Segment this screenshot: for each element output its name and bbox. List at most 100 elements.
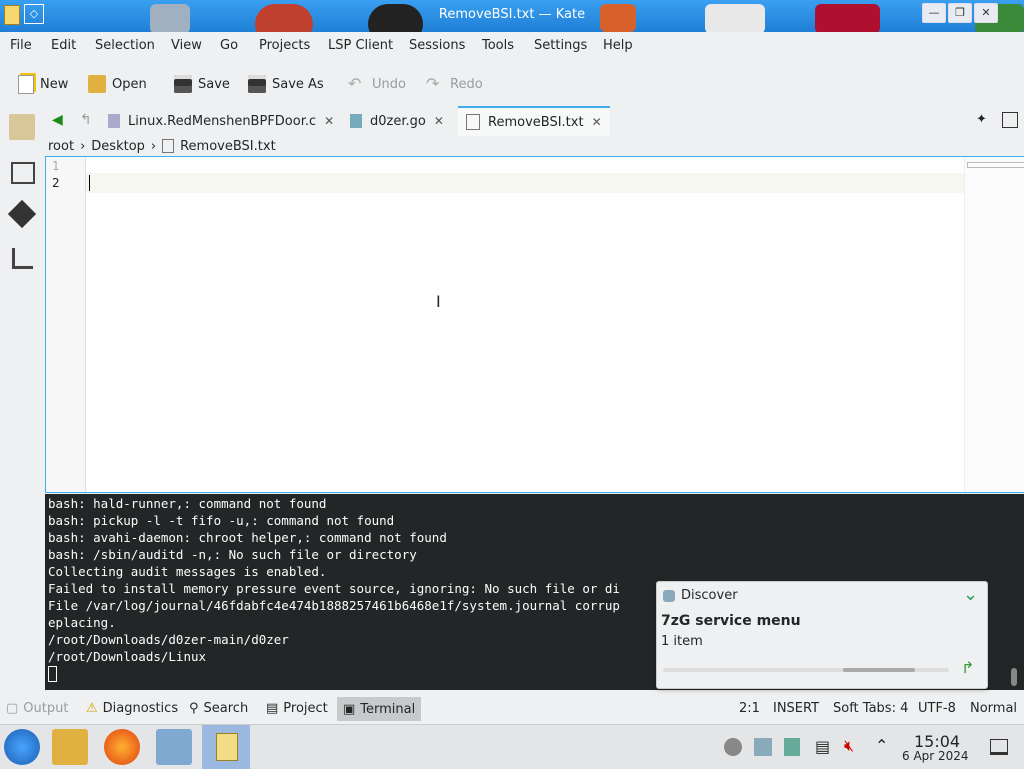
menu-file[interactable]: File <box>10 38 32 53</box>
kate-icon <box>216 733 238 761</box>
menu-selection[interactable]: Selection <box>95 38 155 53</box>
current-line-highlight <box>86 173 964 193</box>
tab-removebsi-txt[interactable]: RemoveBSI.txt ✕ <box>458 106 610 136</box>
diagnostics-tab[interactable]: ⚠ Diagnostics <box>86 701 178 716</box>
tray-clipboard-icon[interactable] <box>784 738 800 756</box>
tray-volume-muted-icon[interactable]: 🔇︎ <box>844 736 854 756</box>
projects-list-icon[interactable] <box>11 162 35 184</box>
go-file-icon <box>350 114 362 128</box>
open-button[interactable]: Open <box>88 72 147 96</box>
menu-help[interactable]: Help <box>603 38 633 53</box>
menu-lsp-client[interactable]: LSP Client <box>328 38 393 53</box>
terminal-line: bash: pickup -l -t fifo -u,: command not… <box>48 513 395 528</box>
terminal-line: bash: hald-runner,: command not found <box>48 496 327 511</box>
close-tab-icon[interactable]: ✕ <box>324 114 334 128</box>
terminal-line: bash: avahi-daemon: chroot helper,: comm… <box>48 530 447 545</box>
menu-sessions[interactable]: Sessions <box>409 38 465 53</box>
search-tab[interactable]: ⚲ Search <box>189 701 248 716</box>
left-sidebar <box>0 106 44 696</box>
menu-view[interactable]: View <box>171 38 202 53</box>
quick-open-icon[interactable]: ✦ <box>976 112 987 127</box>
close-tab-icon[interactable]: ✕ <box>592 115 602 129</box>
notification-subtitle: 1 item <box>661 634 703 649</box>
firefox-icon[interactable] <box>104 729 140 765</box>
breadcrumb-desktop[interactable]: Desktop <box>91 139 145 154</box>
input-mode[interactable]: INSERT <box>773 701 819 716</box>
cursor-position[interactable]: 2:1 <box>739 701 760 716</box>
terminal-cursor <box>48 666 57 682</box>
menu-go[interactable]: Go <box>220 38 238 53</box>
previous-arrow-icon[interactable]: ◀ <box>52 112 63 128</box>
menu-projects[interactable]: Projects <box>259 38 310 53</box>
maximize-button[interactable]: ❐ <box>948 3 972 23</box>
new-button[interactable]: New <box>18 72 68 96</box>
close-tab-icon[interactable]: ✕ <box>434 114 444 128</box>
highlight-mode[interactable]: Normal <box>970 701 1017 716</box>
c-file-icon <box>108 114 120 128</box>
tray-network-icon[interactable] <box>754 738 772 756</box>
chevron-down-icon[interactable]: ⌄ <box>963 584 978 605</box>
status-bar: ▢ Output ⚠ Diagnostics ⚲ Search ▤ Project ▣ T… <box>0 696 1024 722</box>
open-arrow-icon[interactable]: ↱ <box>961 658 974 677</box>
line-number: 2 <box>52 176 60 190</box>
split-view-icon[interactable] <box>1002 112 1018 128</box>
notification-progress-fill <box>843 668 915 672</box>
redo-icon: ↷ <box>426 74 440 93</box>
terminal-line: File /var/log/journal/46fdabfc4e474b1888… <box>48 598 620 613</box>
terminal-line: /root/Downloads/d0zer-main/d0zer <box>48 632 289 647</box>
notification-title: 7zG service menu <box>661 613 801 629</box>
tray-update-icon[interactable] <box>724 738 742 756</box>
line-number-gutter: 1 2 <box>46 157 86 492</box>
tab-d0zer-go[interactable]: d0zer.go ✕ <box>350 108 444 134</box>
discover-app-icon <box>663 590 675 602</box>
save-button[interactable]: Save <box>174 72 230 96</box>
minimize-button[interactable]: — <box>922 3 946 23</box>
documents-icon[interactable] <box>9 114 35 140</box>
menu-tools[interactable]: Tools <box>482 38 514 53</box>
show-desktop-icon[interactable] <box>990 739 1008 755</box>
new-document-icon <box>18 74 34 94</box>
minimap-viewport[interactable] <box>967 162 1024 168</box>
close-button[interactable]: ✕ <box>974 3 998 23</box>
symbols-icon[interactable] <box>12 248 33 269</box>
document-tabs: ◀ ↰ Linux.RedMenshenBPFDoor.c ✕ d0zer.go… <box>44 106 1024 136</box>
output-tab[interactable]: ▢ Output <box>6 701 68 716</box>
save-icon <box>174 75 192 93</box>
save-as-icon <box>248 75 266 93</box>
breadcrumb-file[interactable]: RemoveBSI.txt <box>180 139 276 154</box>
notification-popup[interactable]: Discover ⌄ 7zG service menu 1 item ↱ <box>656 581 988 689</box>
indentation-setting[interactable]: Soft Tabs: 4 <box>833 701 908 716</box>
clock-date[interactable]: 6 Apr 2024 <box>902 749 969 763</box>
git-icon[interactable] <box>7 199 37 229</box>
minimap[interactable] <box>964 157 1024 492</box>
window-title: RemoveBSI.txt — Kate <box>438 7 586 22</box>
tray-expand-icon[interactable]: ⌃ <box>875 736 888 755</box>
text-editor[interactable]: 1 2 I <box>45 156 1024 493</box>
terminal-icon: ▣ <box>343 701 356 717</box>
save-as-button[interactable]: Save As <box>248 72 324 96</box>
breadcrumb: root › Desktop › RemoveBSI.txt <box>48 138 276 154</box>
terminal-line: Failed to install memory pressure event … <box>48 581 620 596</box>
i-beam-cursor-icon: I <box>436 292 441 311</box>
terminal-tab[interactable]: ▣ Terminal <box>337 697 422 721</box>
search-icon: ⚲ <box>189 701 199 716</box>
title-bar[interactable]: ◇ RemoveBSI.txt — Kate — ❐ ✕ <box>0 0 1024 32</box>
breadcrumb-root[interactable]: root <box>48 139 74 154</box>
menu-edit[interactable]: Edit <box>51 38 76 53</box>
terminal-scrollbar[interactable] <box>1011 668 1017 686</box>
encoding-setting[interactable]: UTF-8 <box>918 701 956 716</box>
menu-settings[interactable]: Settings <box>534 38 587 53</box>
main-toolbar: New Open Save Save As ↶ Undo ↷ Redo <box>0 66 1024 102</box>
tray-notes-icon[interactable]: ▤ <box>815 737 830 756</box>
project-tab[interactable]: ▤ Project <box>266 701 328 716</box>
redo-button[interactable]: ↷ Redo <box>426 72 483 96</box>
text-file-icon <box>162 139 175 153</box>
undo-button[interactable]: ↶ Undo <box>348 72 406 96</box>
system-settings-icon[interactable] <box>156 729 192 765</box>
start-menu-icon[interactable] <box>4 729 40 765</box>
tab-linux-redmenshen[interactable]: Linux.RedMenshenBPFDoor.c ✕ <box>108 108 334 134</box>
history-icon[interactable]: ↰ <box>80 112 92 128</box>
file-manager-icon[interactable] <box>52 729 88 765</box>
undo-icon: ↶ <box>348 74 362 93</box>
kate-taskbar-item[interactable] <box>202 725 250 769</box>
